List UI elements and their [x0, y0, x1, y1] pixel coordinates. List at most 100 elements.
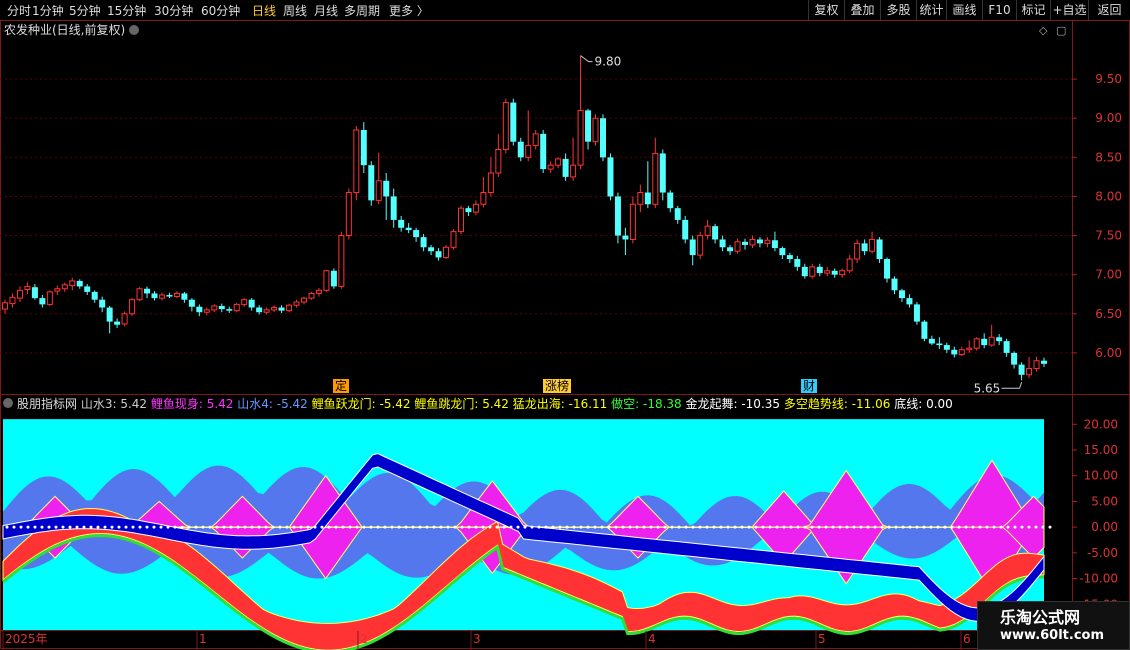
candle-body-25	[188, 299, 195, 307]
ind-label-2: 10.00	[1084, 469, 1118, 483]
candle-body-69	[517, 141, 524, 158]
candle-body-99	[742, 241, 749, 245]
candle-body-133	[996, 337, 1003, 342]
period-tab-4[interactable]: 30分钟	[154, 2, 193, 19]
toolbar-button-2[interactable]: 多股	[880, 0, 916, 20]
candle-body-21	[158, 294, 165, 299]
toolbar-button-1[interactable]: 叠加	[844, 0, 880, 20]
baseline-dot-136	[957, 525, 961, 529]
period-tab-0[interactable]: 分时	[7, 2, 31, 19]
candle-body-48	[360, 129, 367, 166]
candle-body-116	[869, 238, 876, 252]
time-label-0: 2025年	[5, 632, 48, 646]
candle-body-6	[46, 291, 53, 305]
period-tab-9[interactable]: 多周期	[344, 2, 380, 19]
baseline-dot-131	[922, 525, 926, 529]
baseline-dot-147	[1034, 525, 1038, 529]
candle-body-129	[966, 347, 973, 351]
candle-123	[921, 320, 928, 342]
toolbar-button-4[interactable]: 画线	[946, 0, 982, 20]
period-tab-10[interactable]: 更多 〉	[389, 2, 429, 19]
baseline-dot-97	[684, 525, 688, 529]
baseline-dot-52	[369, 525, 373, 529]
candle-body-49	[368, 165, 375, 201]
candle-91	[682, 216, 689, 244]
period-tab-2[interactable]: 5分钟	[69, 2, 101, 19]
baseline-dot-127	[894, 525, 898, 529]
candle-body-40	[300, 297, 307, 303]
diamond-icon: ◇	[1039, 24, 1048, 37]
period-tab-1[interactable]: 1分钟	[32, 2, 64, 19]
candle-60	[450, 229, 457, 250]
baseline-dot-75	[530, 525, 534, 529]
baseline-dot-1	[12, 525, 16, 529]
toolbar-button-5[interactable]: F10	[982, 0, 1016, 20]
candle-body-33	[248, 299, 255, 308]
period-tab-5[interactable]: 60分钟	[201, 2, 240, 19]
toolbar-button-0[interactable]: 复权	[808, 0, 844, 20]
candle-body-123	[921, 321, 928, 339]
period-tab-6[interactable]: 日线	[252, 2, 276, 19]
candle-body-134	[1003, 341, 1010, 353]
candle-body-0	[2, 302, 8, 310]
baseline-dot-14	[103, 525, 107, 529]
indicator-legend: 股朋指标网 山水3: 5.42 鲤鱼现身: 5.42 山水4: -5.42 鲤鱼…	[3, 396, 953, 411]
candle-body-110	[824, 270, 831, 274]
candle-body-12	[91, 291, 98, 300]
baseline-dot-91	[642, 525, 646, 529]
baseline-dot-80	[565, 525, 569, 529]
baseline-dot-122	[859, 525, 863, 529]
period-tab-3[interactable]: 15分钟	[107, 2, 146, 19]
baseline-dot-120	[845, 525, 849, 529]
toolbar-button-6[interactable]: 标记	[1016, 0, 1050, 20]
candle-body-1	[9, 296, 16, 305]
baseline-dot-139	[978, 525, 982, 529]
baseline-dot-12	[89, 525, 93, 529]
baseline-dot-88	[621, 525, 625, 529]
candle-body-103	[771, 240, 778, 249]
baseline-dot-42	[299, 525, 303, 529]
candle-45	[338, 231, 345, 289]
candle-body-50	[375, 180, 382, 201]
candle-body-16	[121, 313, 128, 325]
candle-body-17	[129, 299, 136, 315]
baseline-dot-53	[376, 525, 380, 529]
baseline-dot-76	[537, 525, 541, 529]
time-label-5: 5	[818, 632, 826, 646]
event-marker-label-2: 财	[803, 379, 815, 393]
baseline-dot-117	[824, 525, 828, 529]
period-tab-7[interactable]: 周线	[283, 2, 307, 19]
toolbar-button-3[interactable]: 统计	[916, 0, 946, 20]
baseline-dot-22	[159, 525, 163, 529]
toolbar-button-8[interactable]: 返回	[1088, 0, 1130, 20]
baseline-dot-114	[803, 525, 807, 529]
candle-body-89	[667, 192, 674, 209]
candle-80	[599, 114, 606, 162]
baseline-dot-66	[467, 525, 471, 529]
candle-body-111	[831, 270, 838, 275]
candle-body-13	[99, 299, 106, 308]
main-title: 农发种业(日线,前复权)	[4, 22, 125, 37]
baseline-dot-11	[82, 525, 86, 529]
candle-93	[697, 231, 704, 260]
candle-body-117	[876, 239, 883, 260]
candle-43	[323, 269, 330, 292]
candle-body-51	[383, 180, 390, 197]
candle-body-4	[31, 287, 38, 299]
baseline-dot-86	[607, 525, 611, 529]
baseline-dot-49	[348, 525, 352, 529]
candle-body-36	[271, 307, 278, 311]
baseline-dot-55	[390, 525, 394, 529]
baseline-dot-67	[474, 525, 478, 529]
candle-body-108	[809, 266, 816, 277]
ind-label-5: -5.00	[1087, 546, 1118, 560]
baseline-dot-94	[663, 525, 667, 529]
baseline-dot-57	[404, 525, 408, 529]
period-tab-8[interactable]: 月线	[314, 2, 338, 19]
candle-body-106	[794, 259, 801, 267]
baseline-dot-13	[96, 525, 100, 529]
toolbar-button-7[interactable]: +自选	[1050, 0, 1088, 20]
indicator-value-9: 底线: 0.00	[890, 396, 952, 411]
candle-body-5	[39, 298, 46, 305]
indicator-dropdown-icon	[3, 398, 13, 408]
